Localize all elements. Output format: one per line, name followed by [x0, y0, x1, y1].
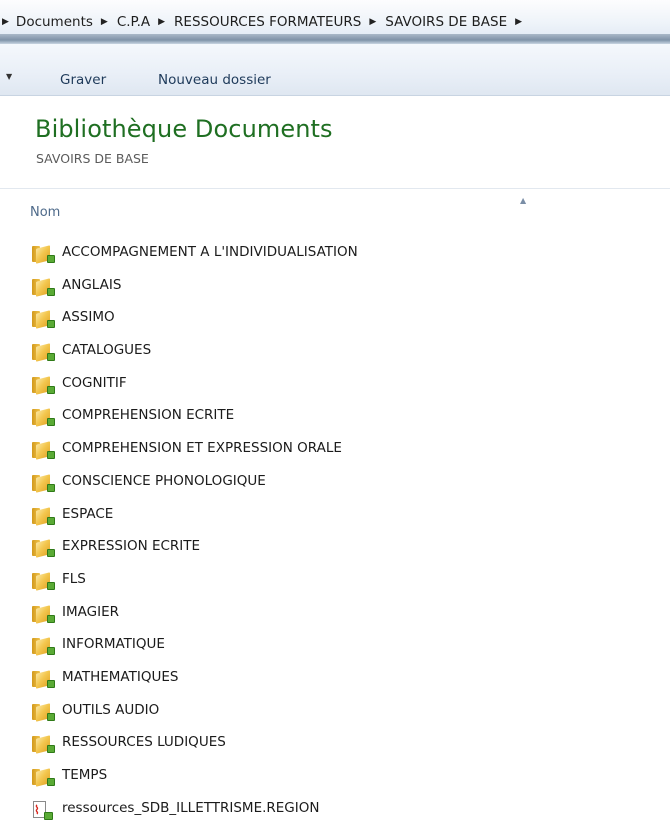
breadcrumb: ▶ Documents ▶ C.P.A ▶ RESSOURCES FORMATE…	[0, 14, 531, 30]
explorer-window: ▶ Documents ▶ C.P.A ▶ RESSOURCES FORMATE…	[0, 0, 670, 831]
folder-icon	[30, 636, 58, 656]
file-name: MATHEMATIQUES	[62, 668, 179, 685]
folder-icon	[30, 473, 58, 493]
chevron-right-icon[interactable]: ▶	[515, 17, 522, 27]
new-folder-button[interactable]: Nouveau dossier	[158, 72, 271, 88]
folder-icon	[30, 309, 58, 330]
list-item[interactable]: ASSIMO	[30, 309, 358, 342]
library-subtitle: SAVOIRS DE BASE	[36, 151, 149, 166]
folder-icon	[30, 538, 58, 558]
chevron-down-icon[interactable]: ▼	[6, 72, 12, 81]
file-name: COMPREHENSION ECRITE	[62, 407, 235, 424]
file-name: COGNITIF	[62, 374, 127, 391]
folder-icon	[30, 244, 58, 264]
breadcrumb-item-cpa[interactable]: C.P.A	[117, 14, 150, 30]
list-item[interactable]: CATALOGUES	[30, 342, 358, 375]
file-name: EXPRESSION ECRITE	[62, 538, 201, 555]
folder-icon	[30, 342, 58, 362]
file-name: FLS	[62, 570, 86, 587]
folder-icon	[30, 604, 58, 624]
file-name: ressources_SDB_ILLETTRISME.REGION	[62, 799, 320, 816]
address-bar[interactable]: ▶ Documents ▶ C.P.A ▶ RESSOURCES FORMATE…	[0, 0, 670, 44]
file-name: INFORMATIQUE	[62, 636, 165, 653]
chevron-right-icon[interactable]: ▶	[158, 17, 165, 27]
list-item[interactable]: EXPRESSION ECRITE	[30, 538, 358, 571]
list-item[interactable]: COGNITIF	[30, 375, 358, 408]
library-title: Bibliothèque Documents	[35, 115, 333, 143]
file-name: OUTILS AUDIO	[62, 701, 160, 718]
list-item[interactable]: ESPACE	[30, 506, 358, 539]
list-item[interactable]: IMAGIER	[30, 604, 358, 637]
breadcrumb-item-ressources-formateurs[interactable]: RESSOURCES FORMATEURS	[174, 14, 361, 30]
file-name: ASSIMO	[62, 309, 115, 326]
breadcrumb-item-savoirs-de-base[interactable]: SAVOIRS DE BASE	[385, 14, 507, 30]
list-item[interactable]: RESSOURCES LUDIQUES	[30, 734, 358, 767]
folder-icon	[30, 734, 58, 755]
list-item[interactable]: COMPREHENSION ET EXPRESSION ORALE	[30, 440, 358, 473]
folder-icon	[30, 702, 58, 722]
sort-ascending-icon[interactable]: ▲	[520, 196, 526, 205]
chevron-right-icon[interactable]: ▶	[2, 17, 9, 27]
file-name: CATALOGUES	[62, 342, 152, 359]
burn-button[interactable]: Graver	[60, 72, 106, 88]
command-bar: ▼ Graver Nouveau dossier	[0, 44, 670, 96]
folder-icon	[30, 506, 58, 526]
list-item[interactable]: TEMPS	[30, 767, 358, 800]
list-item[interactable]: FLS	[30, 571, 358, 604]
list-item[interactable]: ACCOMPAGNEMENT A L'INDIVIDUALISATION	[30, 244, 358, 277]
folder-icon	[30, 571, 58, 591]
breadcrumb-item-documents[interactable]: Documents	[16, 14, 93, 30]
folder-icon	[30, 277, 58, 297]
column-header-name[interactable]: Nom	[30, 205, 60, 220]
list-item[interactable]: CONSCIENCE PHONOLOGIQUE	[30, 473, 358, 506]
file-name: TEMPS	[62, 767, 108, 783]
folder-icon	[30, 375, 58, 395]
file-name: RESSOURCES LUDIQUES	[62, 734, 226, 751]
list-item[interactable]: COMPREHENSION ECRITE	[30, 407, 358, 440]
file-name: COMPREHENSION ET EXPRESSION ORALE	[62, 440, 342, 457]
file-name: CONSCIENCE PHONOLOGIQUE	[62, 472, 266, 489]
address-bar-border	[0, 34, 670, 44]
file-name: ANGLAIS	[62, 276, 122, 293]
file-name: ACCOMPAGNEMENT A L'INDIVIDUALISATION	[62, 244, 358, 260]
divider	[0, 188, 670, 189]
chevron-right-icon[interactable]: ▶	[369, 17, 376, 27]
list-item[interactable]: ⌇ ressources_SDB_ILLETTRISME.REGION	[30, 800, 358, 831]
chevron-right-icon[interactable]: ▶	[101, 17, 108, 27]
folder-icon	[30, 767, 58, 787]
file-list: ACCOMPAGNEMENT A L'INDIVIDUALISATION ANG…	[30, 244, 358, 831]
folder-icon	[30, 440, 58, 460]
file-name: IMAGIER	[62, 603, 119, 620]
list-item[interactable]: MATHEMATIQUES	[30, 669, 358, 702]
folder-icon	[30, 407, 58, 428]
folder-icon	[30, 669, 58, 689]
list-item[interactable]: ANGLAIS	[30, 277, 358, 310]
list-item[interactable]: OUTILS AUDIO	[30, 702, 358, 735]
list-item[interactable]: INFORMATIQUE	[30, 636, 358, 669]
pdf-file-icon: ⌇	[30, 800, 58, 820]
file-name: ESPACE	[62, 505, 114, 522]
